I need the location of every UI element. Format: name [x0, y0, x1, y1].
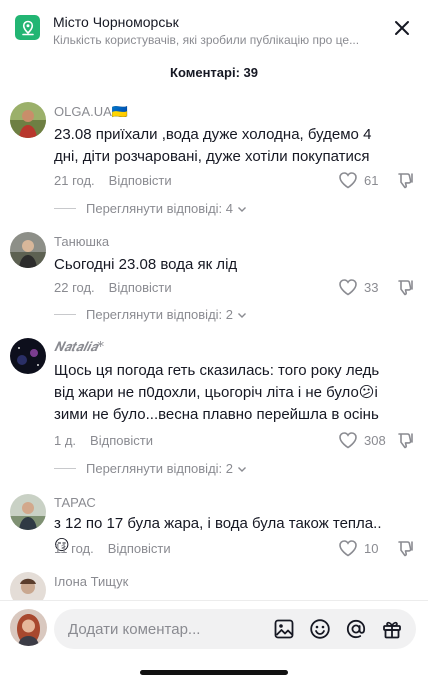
view-replies-button[interactable]: Переглянути відповіді: 2 [54, 461, 248, 476]
gift-button[interactable] [380, 617, 404, 641]
comment-meta: 11 год. Відповісти [54, 541, 171, 556]
thumbs-down-icon [398, 173, 413, 189]
dislike-button[interactable] [396, 278, 416, 301]
heart-icon [339, 432, 357, 449]
like-button[interactable]: 33 [338, 278, 378, 296]
reply-button[interactable]: Відповісти [108, 541, 171, 556]
mention-button[interactable] [344, 617, 368, 641]
comment-meta: 22 год. Відповісти [54, 280, 172, 295]
dislike-button[interactable] [396, 431, 416, 454]
view-replies-button[interactable]: Переглянути відповіді: 2 [54, 307, 248, 322]
like-button[interactable]: 10 [338, 539, 378, 557]
comments-count: Коментарі: 39 [170, 65, 258, 80]
reply-button[interactable]: Відповісти [109, 280, 172, 295]
header: Місто Чорноморськ Кількість користувачів… [0, 0, 428, 58]
view-replies-label: Переглянути відповіді: 2 [86, 461, 233, 476]
emoji-button[interactable] [308, 617, 332, 641]
thumbs-down-icon [398, 280, 413, 296]
like-button[interactable]: 308 [338, 431, 386, 449]
divider-line [54, 208, 76, 209]
comment-text: Сьогодні 23.08 вода як лід [54, 256, 238, 273]
avatar[interactable] [10, 609, 47, 646]
view-replies-label: Переглянути відповіді: 2 [86, 307, 233, 322]
page-title[interactable]: Місто Чорноморськ [53, 14, 179, 30]
view-replies-label: Переглянути відповіді: 4 [86, 201, 233, 216]
mention-icon [346, 619, 366, 639]
heart-icon [339, 540, 357, 557]
close-icon [395, 21, 409, 35]
comment-username[interactable]: 𝑵𝒂𝒕𝒂𝒍𝒊𝒂* [54, 340, 104, 355]
comment-time: 1 д. [54, 433, 77, 448]
view-replies-button[interactable]: Переглянути відповіді: 4 [54, 201, 248, 216]
comment-meta: 1 д. Відповісти [54, 433, 153, 448]
comment-text: 23.08 приїхали ,вода дуже холодна, будем… [54, 126, 372, 165]
image-icon [274, 619, 294, 639]
chevron-down-icon [238, 466, 246, 472]
gift-icon [383, 621, 401, 639]
page-subtitle: Кількість користувачів, які зробили публ… [53, 33, 360, 47]
heart-icon [339, 279, 357, 296]
comment-time: 11 год. [54, 541, 94, 556]
home-indicator[interactable] [140, 670, 288, 675]
avatar[interactable] [10, 102, 46, 138]
reply-button[interactable]: Відповісти [90, 433, 153, 448]
like-count: 308 [364, 432, 386, 448]
chevron-down-icon [238, 206, 246, 212]
avatar[interactable] [10, 232, 46, 268]
like-button[interactable]: 61 [338, 171, 378, 189]
comment-input[interactable] [68, 609, 258, 649]
emoji-icon [310, 619, 330, 639]
divider-line [54, 314, 76, 315]
thumbs-down-icon [398, 433, 413, 449]
comment-username[interactable]: OLGA.UA🇺🇦 [54, 104, 128, 120]
thumbs-down-icon [398, 541, 413, 557]
comment-meta: 21 год. Відповісти [54, 173, 172, 188]
like-count: 61 [364, 172, 379, 188]
comment-username[interactable]: Ілона Тищук [54, 574, 128, 589]
image-button[interactable] [272, 617, 296, 641]
heart-icon [339, 172, 357, 189]
map-pin-icon [15, 15, 40, 40]
dislike-button[interactable] [396, 171, 416, 194]
comment-text: Щось ця погода геть сказилась: того року… [54, 362, 380, 423]
dislike-button[interactable] [396, 539, 416, 562]
comment-username[interactable]: Танюшка [54, 234, 109, 249]
like-count: 10 [364, 540, 379, 556]
comment-input-box[interactable] [54, 609, 416, 649]
comment-time: 21 год. [54, 173, 95, 188]
reply-button[interactable]: Відповісти [109, 173, 172, 188]
comment-time: 22 год. [54, 280, 95, 295]
close-button[interactable] [388, 14, 416, 42]
avatar[interactable] [10, 494, 46, 530]
like-count: 33 [364, 279, 379, 295]
comment-username[interactable]: ТАРАС [54, 495, 96, 510]
chevron-down-icon [238, 312, 246, 318]
avatar[interactable] [10, 338, 46, 374]
divider-line [54, 468, 76, 469]
